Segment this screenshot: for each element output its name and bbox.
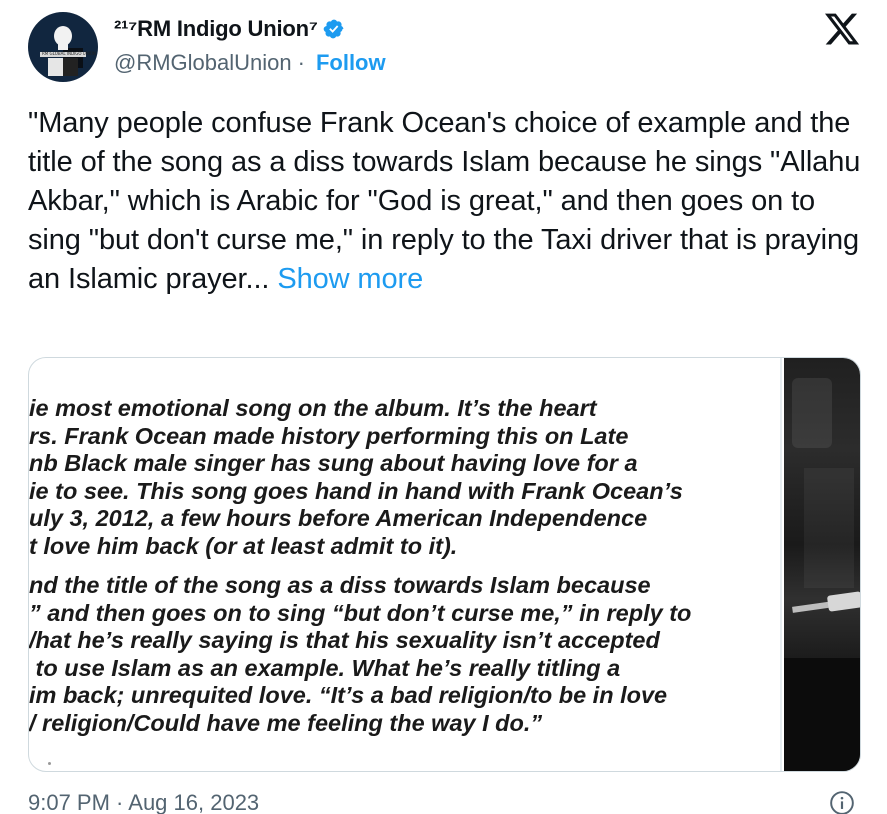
excerpt-line: t love him back (or at least admit to it…	[29, 532, 458, 559]
excerpt-line: ie most emotional song on the album. It’…	[29, 395, 597, 421]
avatar[interactable]: RM GLOBAL INDIGO UNION	[28, 12, 98, 82]
image-speck	[48, 762, 51, 765]
guitar-headstock	[791, 589, 860, 619]
handle-line: @RMGlobalUnion · Follow	[114, 50, 386, 76]
excerpt-image: ie most emotional song on the album. It’…	[29, 358, 779, 771]
tweet-timestamp[interactable]: 9:07 PM · Aug 16, 2023	[28, 790, 259, 814]
excerpt-line: nb Black male singer has sung about havi…	[29, 450, 638, 476]
author-handle[interactable]: @RMGlobalUnion	[114, 50, 292, 76]
excerpt-line: /hat he’s really saying is that his sexu…	[29, 627, 660, 653]
verified-badge-icon	[323, 19, 344, 39]
guitarist-photo	[784, 358, 860, 771]
separator-dot: ·	[297, 50, 305, 75]
avatar-body	[48, 58, 78, 76]
avatar-text: RM GLOBAL INDIGO UNION	[42, 51, 97, 56]
tweet-body: "Many people confuse Frank Ocean's choic…	[28, 107, 861, 295]
follow-button[interactable]: Follow	[316, 50, 386, 76]
excerpt-line: / religion/Could have me feeling the way…	[29, 709, 543, 736]
avatar-neck	[58, 42, 68, 50]
tweet-header: RM GLOBAL INDIGO UNION ²¹⁷RM Indigo Unio…	[0, 0, 887, 100]
author-display-name[interactable]: ²¹⁷RM Indigo Union⁷	[114, 16, 318, 42]
info-icon[interactable]	[829, 790, 855, 814]
excerpt-line: rs. Frank Ocean made history performing …	[29, 422, 629, 449]
excerpt-line: ” and then goes on to sing “but don’t cu…	[29, 599, 692, 626]
excerpt-line: to use Islam as an example. What he’s re…	[29, 654, 621, 681]
card-divider	[780, 358, 782, 771]
media-card[interactable]: ie most emotional song on the album. It’…	[28, 357, 861, 772]
excerpt-line: ie to see. This song goes hand in hand w…	[29, 477, 683, 504]
excerpt-line: im back; unrequited love. “It’s a bad re…	[29, 682, 668, 708]
tweet-text: "Many people confuse Frank Ocean's choic…	[28, 104, 868, 299]
show-more-link[interactable]: Show more	[277, 263, 423, 295]
excerpt-line: uly 3, 2012, a few hours before American…	[29, 505, 648, 531]
x-logo-icon[interactable]	[822, 10, 862, 48]
name-line: ²¹⁷RM Indigo Union⁷	[114, 16, 345, 42]
excerpt-line: nd the title of the song as a diss towar…	[29, 572, 651, 598]
